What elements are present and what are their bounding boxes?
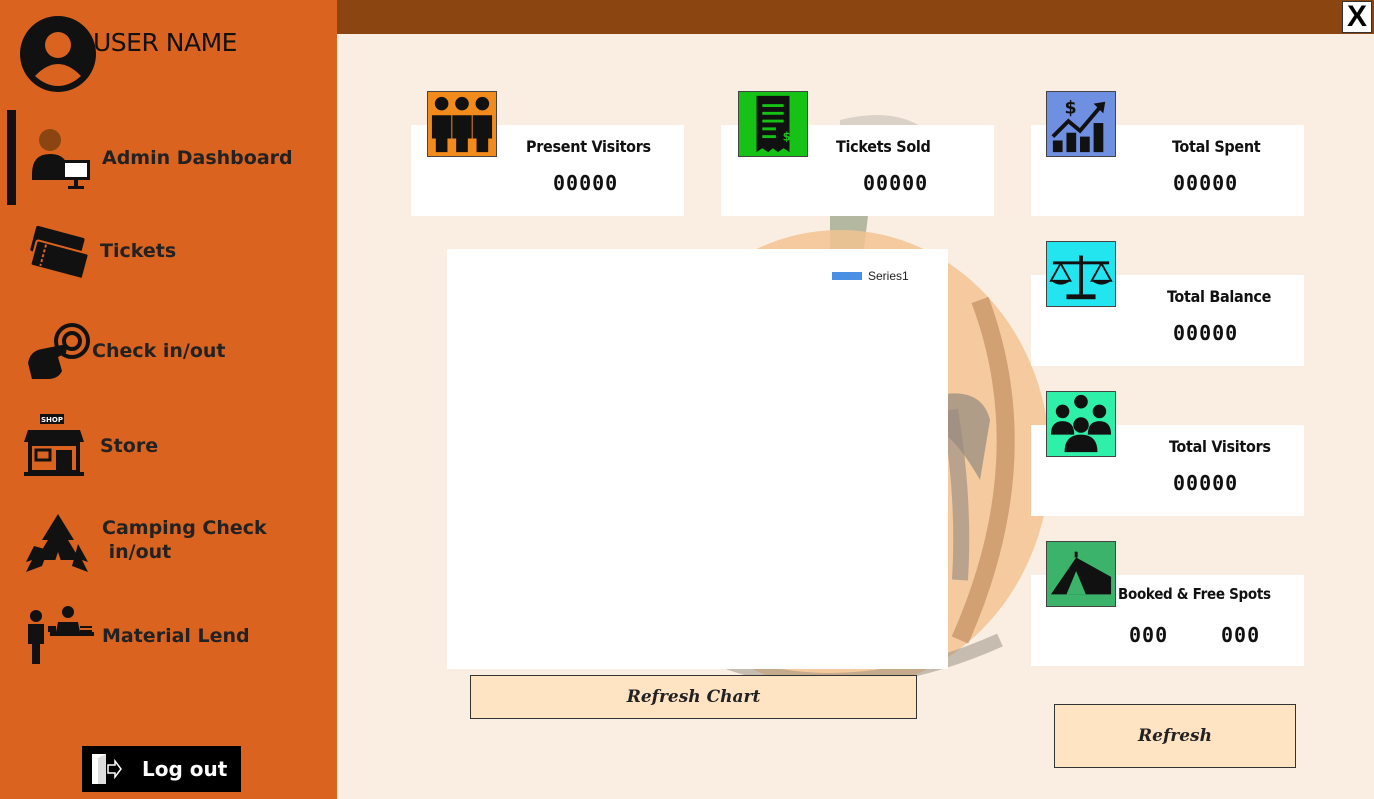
balance-scale-icon bbox=[1046, 241, 1116, 307]
nav-camping-check-in-out[interactable]: Camping Check in/out bbox=[22, 508, 267, 582]
refresh-button[interactable]: Refresh bbox=[1054, 704, 1296, 768]
present-visitors-label: Present Visitors bbox=[526, 137, 651, 156]
dashboard-chart: Series1 bbox=[447, 249, 948, 669]
nav-admin-dashboard-label: Admin Dashboard bbox=[102, 147, 293, 169]
nav-tickets-label: Tickets bbox=[100, 240, 177, 262]
tent-icon bbox=[1046, 541, 1116, 607]
user-area bbox=[18, 14, 98, 94]
present-visitors-icon bbox=[427, 91, 497, 157]
crowd-icon bbox=[1046, 391, 1116, 457]
total-spent-value: 00000 bbox=[1173, 171, 1239, 195]
logout-label: Log out bbox=[142, 757, 228, 781]
tickets-sold-label: Tickets Sold bbox=[836, 137, 931, 156]
total-balance-value: 00000 bbox=[1173, 321, 1239, 345]
free-spots-value: 000 bbox=[1221, 623, 1261, 647]
nav-camping-label: Camping Check in/out bbox=[102, 517, 267, 563]
spots-label: Booked & Free Spots bbox=[1118, 585, 1271, 603]
logout-button[interactable]: Log out bbox=[82, 746, 241, 792]
svg-text:$: $ bbox=[783, 129, 791, 143]
present-visitors-value: 00000 bbox=[553, 171, 619, 195]
refresh-chart-button[interactable]: Refresh Chart bbox=[470, 675, 917, 719]
total-spent-label: Total Spent bbox=[1172, 137, 1261, 156]
booked-spots-value: 000 bbox=[1129, 623, 1169, 647]
nav-active-indicator bbox=[7, 110, 16, 205]
user-avatar-icon bbox=[20, 16, 96, 92]
svg-text:SHOP: SHOP bbox=[41, 416, 63, 424]
sidebar: USER NAME Admin Dashboard Tickets Check … bbox=[0, 0, 337, 799]
chart-plot-area bbox=[447, 249, 948, 669]
chart-legend: Series1 bbox=[832, 269, 909, 283]
shop-icon: SHOP bbox=[24, 414, 84, 476]
nav-tickets[interactable]: Tickets bbox=[22, 218, 176, 290]
total-visitors-label: Total Visitors bbox=[1169, 437, 1271, 456]
material-lend-icon bbox=[28, 606, 94, 664]
total-visitors-value: 00000 bbox=[1173, 471, 1239, 495]
legend-swatch-series1 bbox=[832, 272, 862, 280]
check-in-icon bbox=[28, 323, 90, 379]
receipt-icon: $ bbox=[738, 91, 808, 157]
nav-store[interactable]: SHOP Store bbox=[22, 410, 158, 482]
money-growth-icon: $ bbox=[1046, 91, 1116, 157]
logout-icon bbox=[92, 754, 122, 784]
nav-check-in-out-label: Check in/out bbox=[92, 340, 226, 362]
title-bar: X bbox=[337, 0, 1374, 34]
nav-material-lend-label: Material Lend bbox=[102, 625, 250, 647]
tickets-icon bbox=[29, 225, 90, 280]
camping-icon bbox=[26, 514, 88, 572]
user-name: USER NAME bbox=[93, 28, 237, 57]
legend-label-series1: Series1 bbox=[868, 269, 909, 283]
nav-check-in-out[interactable]: Check in/out bbox=[22, 313, 226, 385]
nav-admin-dashboard[interactable]: Admin Dashboard bbox=[22, 122, 293, 194]
nav-material-lend[interactable]: Material Lend bbox=[22, 600, 250, 672]
nav-store-label: Store bbox=[100, 435, 159, 457]
admin-icon bbox=[32, 129, 90, 189]
tickets-sold-value: 00000 bbox=[863, 171, 929, 195]
svg-text:$: $ bbox=[1065, 98, 1077, 118]
total-balance-label: Total Balance bbox=[1167, 287, 1272, 306]
close-button[interactable]: X bbox=[1342, 0, 1372, 33]
